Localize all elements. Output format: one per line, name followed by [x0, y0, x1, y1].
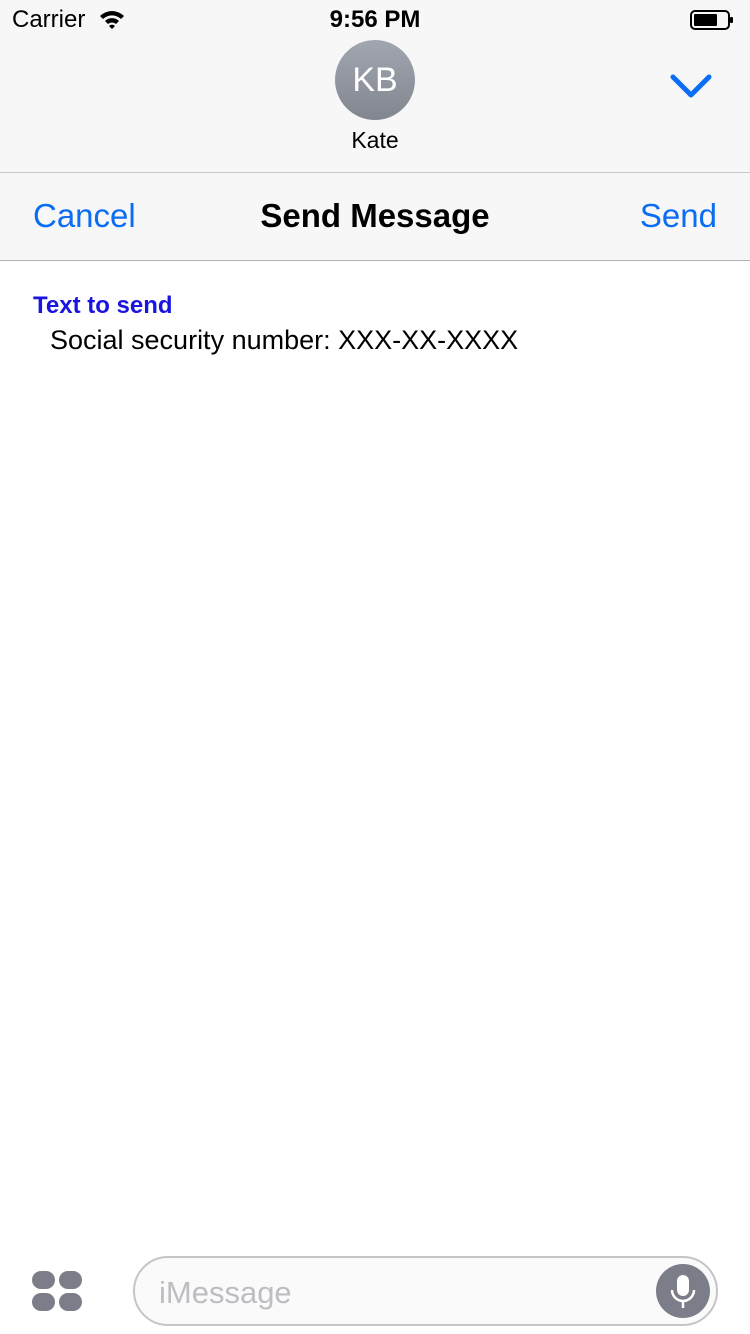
imessage-placeholder: iMessage — [159, 1275, 292, 1310]
contact-name[interactable]: Kate — [0, 127, 750, 154]
text-to-send-value: Social security number: XXX-XX-XXXX — [50, 325, 519, 355]
header-area: Carrier 9:56 PM KB Kate — [0, 0, 750, 172]
microphone-button[interactable] — [656, 1264, 710, 1318]
navigation-bar: Cancel Send Message Send — [0, 172, 750, 261]
imessage-input[interactable]: iMessage — [133, 1256, 718, 1326]
text-to-send-label: Text to send — [33, 292, 173, 319]
microphone-icon — [670, 1275, 696, 1308]
status-bar: Carrier 9:56 PM — [0, 0, 750, 40]
page-title: Send Message — [260, 197, 490, 234]
send-message-screen: Carrier 9:56 PM KB Kate Cancel Send Mess… — [0, 0, 750, 1334]
send-button[interactable]: Send — [640, 197, 717, 235]
status-time: 9:56 PM — [329, 6, 421, 33]
contact-avatar[interactable]: KB — [335, 40, 415, 120]
battery-icon — [690, 10, 733, 30]
apps-icon[interactable] — [31, 1270, 83, 1312]
chevron-down-icon[interactable] — [668, 68, 714, 104]
